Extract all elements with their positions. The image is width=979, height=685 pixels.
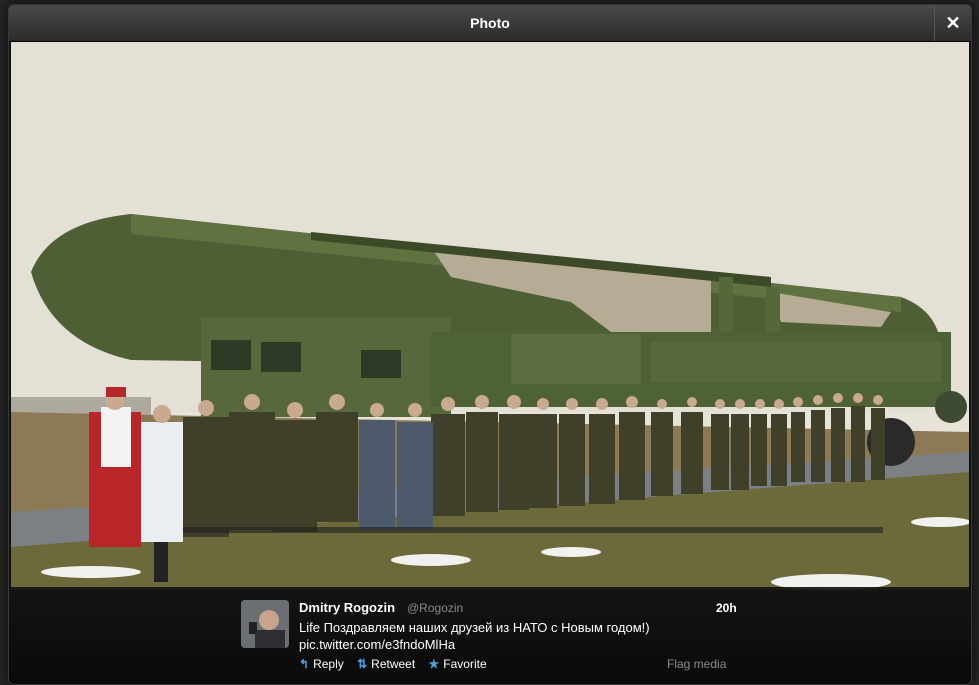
tweet-media-link[interactable]: pic.twitter.com/e3fndoMlHa [299,636,729,653]
reply-label: Reply [313,657,344,671]
tweet-timestamp[interactable]: 20h [716,601,737,615]
favorite-button[interactable]: ★ Favorite [429,657,487,671]
photo-modal: Photo ✕ Dmitry Rogozin @Rogozin 20h Life… [8,4,972,685]
reply-button[interactable]: ↰ Reply [299,657,344,671]
avatar-image [241,600,289,648]
tweet-text: Life Поздравляем наших друзей из НАТО с … [299,619,729,653]
author-handle[interactable]: @Rogozin [407,601,463,615]
retweet-label: Retweet [371,657,416,671]
retweet-icon: ⇅ [357,657,368,671]
tweet-actions: ↰ Reply ⇅ Retweet ★ Favorite [299,657,497,671]
tweet-text-line: Life Поздравляем наших друзей из НАТО с … [299,620,650,635]
close-icon: ✕ [945,13,961,33]
avatar[interactable] [241,600,289,648]
retweet-button[interactable]: ⇅ Retweet [357,657,415,671]
reply-icon: ↰ [299,657,310,671]
flag-media-link[interactable]: Flag media [667,657,726,671]
tweet-details: Dmitry Rogozin @Rogozin 20h Life Поздрав… [9,587,971,684]
photo-scene [11,42,969,590]
close-button[interactable]: ✕ [934,5,971,41]
favorite-label: Favorite [443,657,487,671]
tweet-photo[interactable] [11,42,969,590]
author-name[interactable]: Dmitry Rogozin [299,600,395,615]
modal-title: Photo [470,15,510,31]
star-icon: ★ [428,657,440,671]
modal-header: Photo ✕ [9,5,971,42]
